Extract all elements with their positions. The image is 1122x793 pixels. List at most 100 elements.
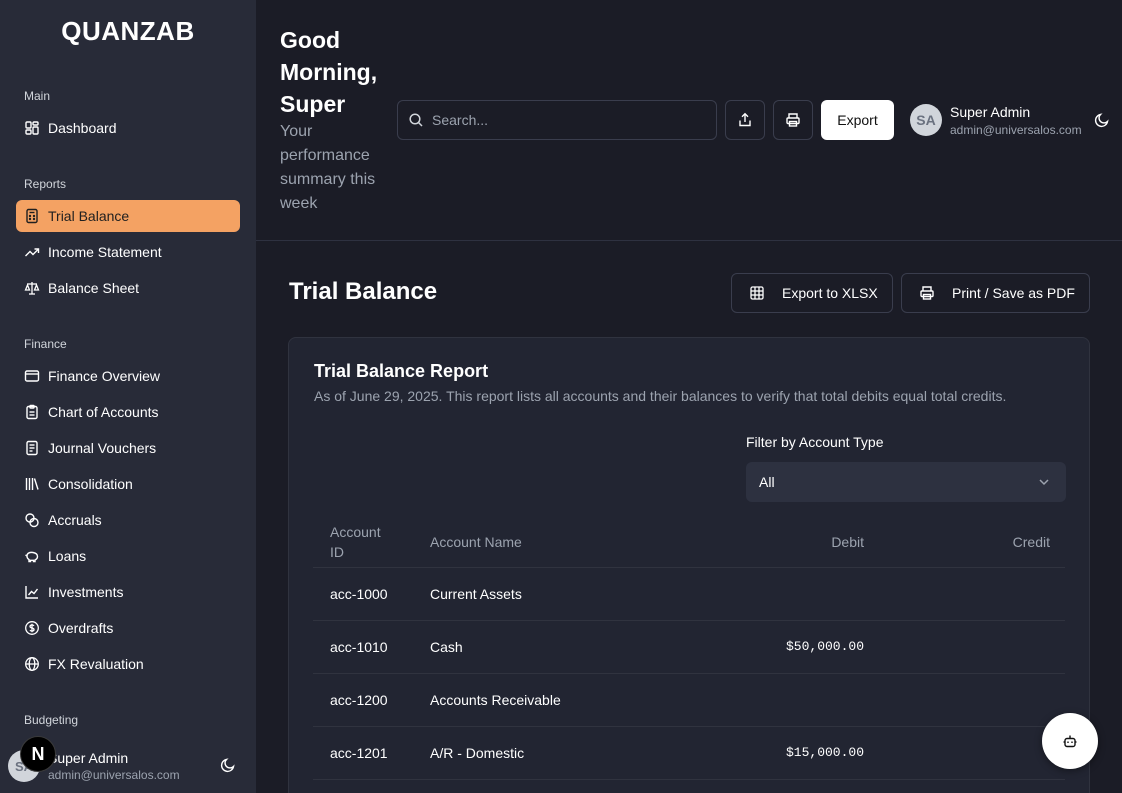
search-icon (408, 112, 424, 128)
top-header: Good Morning, Super Your performance sum… (256, 0, 1122, 241)
sidebar-item-label: Income Statement (48, 244, 162, 260)
column-header-account-name: Account Name (430, 534, 522, 550)
sidebar-item-trial-balance[interactable]: Trial Balance (16, 200, 240, 232)
section-label-reports: Reports (24, 177, 67, 191)
circle-dollar-icon (24, 620, 40, 636)
sidebar-item-loans[interactable]: Loans (16, 540, 240, 572)
sidebar-item-label: Loans (48, 548, 87, 564)
sidebar-item-investments[interactable]: Investments (16, 576, 240, 608)
table-row[interactable]: acc-1010 Cash $50,000.00 (313, 621, 1065, 674)
table-row[interactable]: acc-1000 Current Assets (313, 568, 1065, 621)
print-button[interactable] (773, 100, 813, 140)
coins-icon (24, 512, 40, 528)
brand-logo[interactable]: QUANZAB (0, 16, 256, 47)
table-row[interactable]: acc-1200 Accounts Receivable (313, 674, 1065, 727)
sidebar-item-label: FX Revaluation (48, 656, 144, 672)
trial-balance-card: Trial Balance Report As of June 29, 2025… (288, 337, 1090, 793)
column-header-debit: Debit (831, 534, 864, 550)
table-header: Account ID Account Name Debit Credit (313, 516, 1065, 568)
piggy-bank-icon (24, 548, 40, 564)
sidebar-item-chart-of-accounts[interactable]: Chart of Accounts (16, 396, 240, 428)
filter-label: Filter by Account Type (746, 434, 884, 450)
user-email: admin@universalos.com (48, 768, 180, 782)
sidebar-item-dashboard[interactable]: Dashboard (16, 112, 240, 144)
sidebar-item-balance-sheet[interactable]: Balance Sheet (16, 272, 240, 304)
section-label-main: Main (24, 89, 51, 103)
cell-account-id: acc-1201 (330, 745, 388, 761)
cell-account-name: Cash (430, 639, 463, 655)
share-icon (737, 112, 753, 128)
globe-icon (24, 656, 40, 672)
card-description: As of June 29, 2025. This report lists a… (314, 388, 1007, 404)
avatar[interactable]: SA (910, 104, 942, 136)
cell-debit: $15,000.00 (785, 745, 864, 760)
greeting-title: Good Morning, Super (280, 27, 378, 117)
printer-icon (785, 112, 801, 128)
sidebar-item-overdrafts[interactable]: Overdrafts (16, 612, 240, 644)
sidebar: QUANZAB Main Dashboard Reports Trial Bal… (0, 0, 256, 793)
sidebar-item-accruals[interactable]: Accruals (16, 504, 240, 536)
user-name: Super Admin (950, 104, 1031, 120)
print-pdf-button[interactable]: Print / Save as PDF (901, 273, 1090, 313)
search-box[interactable] (397, 100, 717, 140)
user-email: admin@universalos.com (950, 123, 1082, 137)
sidebar-item-label: Balance Sheet (48, 280, 140, 296)
assistant-bot-button[interactable] (1042, 713, 1098, 769)
sidebar-item-income-statement[interactable]: Income Statement (16, 236, 240, 268)
trending-up-icon (24, 244, 40, 260)
calculator-icon (24, 208, 40, 224)
button-label: Print / Save as PDF (952, 285, 1075, 301)
moon-icon[interactable] (1094, 112, 1110, 128)
sidebar-item-fx-revaluation[interactable]: FX Revaluation (16, 648, 240, 680)
page-title: Trial Balance (289, 278, 438, 305)
cell-account-name: Accounts Receivable (430, 692, 561, 708)
sidebar-item-label: Dashboard (48, 120, 117, 136)
sidebar-item-label: Accruals (48, 512, 102, 528)
sidebar-item-consolidation[interactable]: Consolidation (16, 468, 240, 500)
bot-icon (1062, 733, 1078, 749)
sidebar-item-label: Consolidation (48, 476, 133, 492)
select-value: All (759, 474, 775, 490)
sidebar-item-finance-overview[interactable]: Finance Overview (16, 360, 240, 392)
sidebar-item-label: Trial Balance (48, 208, 130, 224)
section-label-budgeting: Budgeting (24, 713, 79, 727)
column-header-account-id: Account ID (330, 524, 381, 560)
cell-debit: $50,000.00 (785, 639, 864, 654)
cell-account-id: acc-1010 (330, 639, 388, 655)
table-row[interactable]: acc-1201 A/R - Domestic $15,000.00 (313, 727, 1065, 780)
dashboard-icon (24, 120, 40, 136)
section-label-finance: Finance (24, 337, 67, 351)
sidebar-item-journal-vouchers[interactable]: Journal Vouchers (16, 432, 240, 464)
card-title: Trial Balance Report (314, 361, 489, 381)
sidebar-item-label: Journal Vouchers (48, 440, 157, 456)
chevron-down-icon (1036, 474, 1052, 490)
printer-icon (919, 285, 935, 301)
wallet-icon (24, 368, 40, 384)
sidebar-item-label: Investments (48, 584, 124, 600)
button-label: Export to XLSX (782, 285, 878, 301)
user-name: Super Admin (48, 750, 129, 766)
next-dev-badge[interactable]: N (20, 736, 56, 772)
moon-icon[interactable] (220, 757, 236, 773)
line-chart-icon (24, 584, 40, 600)
cell-account-id: acc-1000 (330, 586, 388, 602)
clipboard-list-icon (24, 404, 40, 420)
account-type-select[interactable]: All (746, 462, 1066, 502)
sidebar-item-label: Chart of Accounts (48, 404, 159, 420)
cell-account-id: acc-1200 (330, 692, 388, 708)
sidebar-item-label: Overdrafts (48, 620, 114, 636)
search-input[interactable] (432, 112, 692, 128)
column-header-credit: Credit (1012, 534, 1050, 550)
share-button[interactable] (725, 100, 765, 140)
export-xlsx-button[interactable]: Export to XLSX (731, 273, 893, 313)
table-icon (749, 285, 765, 301)
notebook-icon (24, 440, 40, 456)
export-button[interactable]: Export (821, 100, 894, 140)
trial-balance-table: Account ID Account Name Debit Credit acc… (313, 516, 1065, 780)
library-icon (24, 476, 40, 492)
cell-account-name: A/R - Domestic (430, 745, 525, 761)
greeting-subtitle: Your performance summary this week (280, 123, 376, 212)
cell-account-name: Current Assets (430, 586, 522, 602)
scale-icon (24, 280, 40, 296)
sidebar-item-label: Finance Overview (48, 368, 161, 384)
